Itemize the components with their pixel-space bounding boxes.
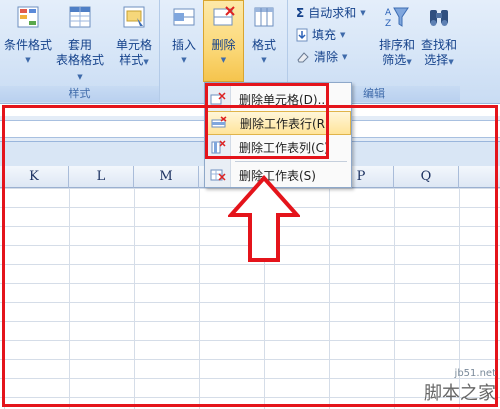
table-format-label-2: 表格格式 bbox=[55, 53, 104, 67]
sigma-icon: Σ bbox=[296, 6, 305, 20]
chevron-down-icon: ▼ bbox=[448, 58, 454, 66]
cell-style-icon bbox=[123, 6, 145, 28]
watermark-name: 脚本之家 bbox=[424, 383, 496, 404]
cell-style-button[interactable]: 单元格 样式▼ bbox=[108, 4, 160, 70]
sort-filter-button[interactable]: A Z 排序和 筛选▼ bbox=[376, 4, 418, 70]
format-cells-icon bbox=[254, 7, 274, 27]
chevron-down-icon: ▼ bbox=[360, 9, 366, 17]
watermark-url: jb51.net bbox=[454, 368, 496, 379]
delete-label: 删除 bbox=[211, 38, 236, 52]
autosum-label: 自动求和 bbox=[308, 6, 357, 20]
sort-filter-icon: A Z bbox=[385, 7, 409, 29]
clear-label: 清除 bbox=[314, 50, 339, 64]
annotation-highlight-box bbox=[205, 83, 329, 159]
chevron-down-icon: ▼ bbox=[340, 31, 346, 39]
format-button[interactable]: 格式 ▼ bbox=[244, 4, 284, 68]
chevron-down-icon: ▼ bbox=[261, 56, 267, 64]
fill-down-icon bbox=[296, 28, 308, 42]
insert-button[interactable]: 插入 ▼ bbox=[164, 4, 204, 68]
format-label: 格式 bbox=[251, 38, 276, 52]
chevron-down-icon: ▼ bbox=[220, 56, 227, 64]
find-select-button[interactable]: 查找和 选择▼ bbox=[418, 4, 460, 70]
conditional-format-icon bbox=[17, 6, 39, 28]
table-format-icon bbox=[69, 6, 91, 28]
insert-cells-icon bbox=[173, 8, 195, 26]
conditional-format-label: 条件格式 bbox=[3, 38, 52, 52]
svg-text:Z: Z bbox=[385, 19, 391, 29]
styles-group-label: 样式 bbox=[0, 86, 159, 102]
svg-text:A: A bbox=[385, 8, 392, 18]
delete-cells-icon bbox=[213, 6, 235, 26]
annotation-arrow-up-icon bbox=[228, 175, 300, 262]
table-format-button[interactable]: 套用 表格格式 ▼ bbox=[54, 4, 106, 85]
conditional-format-button[interactable]: 条件格式 ▼ bbox=[2, 4, 54, 68]
chevron-down-icon: ▼ bbox=[77, 73, 83, 81]
sort-filter-label-1: 排序和 bbox=[378, 38, 415, 52]
cell-style-label-2: 样式 bbox=[119, 53, 144, 67]
sort-filter-label-2: 筛选 bbox=[382, 53, 407, 67]
clear-button[interactable]: 清除 ▼ bbox=[296, 48, 347, 66]
fill-label: 填充 bbox=[312, 28, 337, 42]
chevron-down-icon: ▼ bbox=[25, 56, 31, 64]
table-format-label-1: 套用 bbox=[67, 38, 92, 52]
find-select-label-2: 选择 bbox=[424, 53, 449, 67]
cell-style-label-1: 单元格 bbox=[115, 38, 152, 52]
chevron-down-icon: ▼ bbox=[181, 56, 187, 64]
chevron-down-icon: ▼ bbox=[143, 58, 149, 66]
insert-label: 插入 bbox=[171, 38, 196, 52]
delete-button[interactable]: 删除 ▼ bbox=[203, 4, 244, 68]
fill-button[interactable]: 填充 ▼ bbox=[296, 26, 345, 44]
binoculars-icon bbox=[430, 10, 448, 26]
find-select-label-1: 查找和 bbox=[420, 38, 457, 52]
chevron-down-icon: ▼ bbox=[342, 53, 348, 61]
watermark: jb51.net 脚本之家 bbox=[424, 368, 496, 405]
autosum-button[interactable]: Σ 自动求和 ▼ bbox=[296, 4, 366, 22]
eraser-icon bbox=[297, 52, 309, 63]
styles-group: 条件格式 ▼ 套用 表格格式▼ 单元格 样式▼ 样式 bbox=[0, 0, 160, 104]
chevron-down-icon: ▼ bbox=[406, 58, 412, 66]
